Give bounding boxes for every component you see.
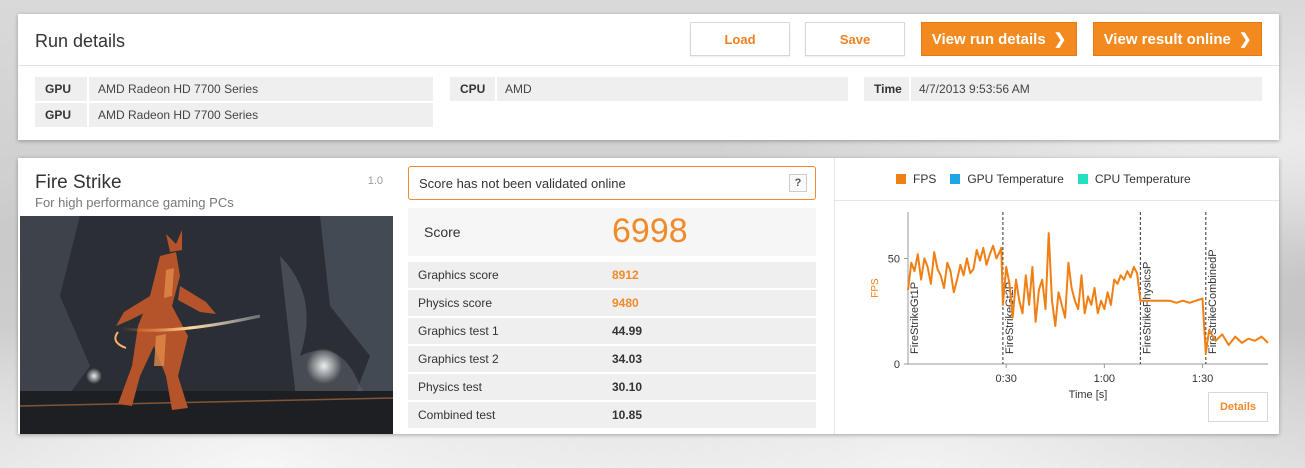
- detail-value: 34.03: [612, 352, 643, 366]
- benchmark-info: Fire Strike For high performance gaming …: [20, 162, 393, 434]
- view-run-details-label: View run details: [931, 30, 1046, 48]
- legend-swatch: [950, 174, 961, 184]
- y-tick-label: 50: [888, 253, 900, 265]
- run-details-title: Run details: [35, 31, 126, 51]
- chevron-right-icon: ❯: [1238, 31, 1252, 48]
- legend-swatch: [896, 174, 906, 184]
- gpu-value: AMD Radeon HD 7700 Series: [98, 82, 259, 96]
- y-axis-label: FPS: [870, 278, 881, 298]
- divider: [87, 103, 89, 127]
- help-button[interactable]: ?: [789, 174, 807, 192]
- legend-item-fps: FPS: [896, 172, 936, 186]
- run-details-panel: Run details Load Save View run details ❯…: [18, 14, 1279, 140]
- monitoring-chart: FPS GPU Temperature CPU Temperature 0 50 0…: [834, 158, 1279, 434]
- test-result-panel: Fire Strike For high performance gaming …: [18, 158, 1279, 434]
- gpu-key: GPU: [45, 82, 72, 96]
- score-value: 6998: [612, 212, 688, 250]
- detail-label: Graphics test 1: [418, 324, 499, 338]
- detail-row: Physics test 30.10: [408, 374, 816, 400]
- x-axis-label: Time [s]: [1069, 389, 1108, 401]
- legend-item-gpu-temperature: GPU Temperature: [950, 172, 1064, 186]
- overall-score: Score 6998: [408, 208, 816, 256]
- score-label: Score: [424, 224, 461, 240]
- divider: [909, 77, 911, 101]
- legend-item-cpu-temperature: CPU Temperature: [1077, 172, 1191, 186]
- time-value: 4/7/2013 9:53:56 AM: [919, 82, 1030, 96]
- detail-label: Graphics test 2: [418, 352, 499, 366]
- detail-value: 10.85: [612, 408, 643, 422]
- detail-row: Combined test 10.85: [408, 402, 816, 428]
- validation-message: Score has not been validated online: [419, 175, 626, 191]
- detail-value: 30.10: [612, 380, 643, 394]
- x-tick-label: 1:00: [1094, 373, 1115, 385]
- detail-label: Physics score: [418, 296, 493, 310]
- detail-value: 9480: [612, 296, 639, 310]
- section-label: FireStrikePhysicsP: [1141, 262, 1153, 354]
- view-result-online-button[interactable]: View result online ❯: [1093, 22, 1262, 56]
- detail-value: 8912: [612, 268, 639, 282]
- gpu-row-2: GPU AMD Radeon HD 7700 Series: [35, 103, 433, 127]
- detail-row: Physics score 9480: [408, 290, 816, 316]
- cpu-key: CPU: [460, 82, 486, 96]
- x-tick-label: 1:30: [1192, 373, 1213, 385]
- cpu-value: AMD: [505, 82, 532, 96]
- detail-row: Graphics score 8912: [408, 262, 816, 288]
- divider: [495, 77, 497, 101]
- benchmark-title: Fire Strike: [35, 172, 122, 193]
- gpu-row-1: GPU AMD Radeon HD 7700 Series: [35, 77, 433, 101]
- benchmark-version: 1.0: [367, 175, 383, 187]
- chart-legend: FPS GPU Temperature CPU Temperature: [896, 172, 1205, 186]
- detail-label: Graphics score: [418, 268, 499, 282]
- detail-label: Physics test: [418, 380, 483, 394]
- detail-value: 44.99: [612, 324, 643, 338]
- cpu-row: CPU AMD: [450, 77, 848, 101]
- detail-row: Graphics test 1 44.99: [408, 318, 816, 344]
- time-key: Time: [874, 82, 902, 96]
- view-run-details-button[interactable]: View run details ❯: [921, 22, 1077, 56]
- gpu-key: GPU: [45, 108, 72, 122]
- x-tick-label: 0:30: [995, 373, 1016, 385]
- section-label: FireStrikeGt1P: [909, 282, 921, 354]
- legend-label: CPU Temperature: [1094, 172, 1191, 186]
- y-tick-label: 0: [894, 359, 900, 371]
- legend-swatch: [1077, 174, 1088, 184]
- time-row: Time 4/7/2013 9:53:56 AM: [864, 77, 1262, 101]
- chevron-right-icon: ❯: [1053, 31, 1067, 48]
- validation-notice: Score has not been validated online ?: [408, 166, 816, 200]
- run-details-header: Run details Load Save View run details ❯…: [18, 14, 1279, 66]
- details-button[interactable]: Details: [1208, 392, 1268, 422]
- legend-label: GPU Temperature: [967, 172, 1064, 186]
- gpu-value: AMD Radeon HD 7700 Series: [98, 108, 259, 122]
- legend-label: FPS: [913, 172, 937, 186]
- score-section: Score has not been validated online ? Sc…: [408, 164, 816, 434]
- benchmark-subtitle: For high performance gaming PCs: [35, 195, 234, 210]
- benchmark-artwork: [20, 216, 393, 434]
- save-button[interactable]: Save: [805, 22, 905, 56]
- detail-label: Combined test: [418, 408, 496, 422]
- divider: [87, 77, 89, 101]
- load-button[interactable]: Load: [690, 22, 790, 56]
- view-result-online-label: View result online: [1103, 30, 1231, 48]
- detail-row: Graphics test 2 34.03: [408, 346, 816, 372]
